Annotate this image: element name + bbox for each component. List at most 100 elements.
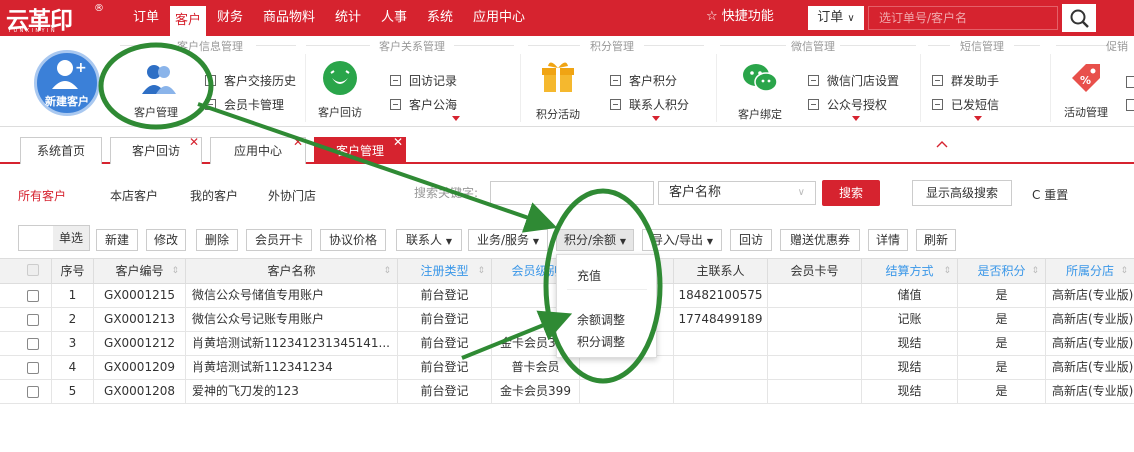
row-select-cell[interactable] bbox=[0, 380, 52, 403]
delete-button[interactable]: 删除 bbox=[196, 229, 238, 251]
caret-down-icon[interactable] bbox=[452, 116, 460, 121]
open-member-card-button[interactable]: 会员开卡 bbox=[246, 229, 312, 251]
nav-customers[interactable]: 客户 bbox=[170, 6, 206, 36]
row-select-cell[interactable] bbox=[0, 284, 52, 307]
cell-no: 3 bbox=[52, 332, 94, 355]
details-button[interactable]: 详情 bbox=[868, 229, 908, 251]
points-balance-button[interactable]: 积分/余额 ▼ bbox=[556, 229, 634, 251]
quick-functions[interactable]: ☆ 快捷功能 bbox=[706, 0, 774, 36]
visit-button[interactable]: 回访 bbox=[730, 229, 772, 251]
new-button[interactable]: 新建 bbox=[96, 229, 138, 251]
customer-manage-button[interactable]: 客户管理 bbox=[126, 54, 186, 122]
group-separator bbox=[716, 54, 717, 122]
select-mode-toggle[interactable]: 单选 bbox=[18, 225, 90, 251]
header-store[interactable]: 所属分店 ⇕ bbox=[1046, 259, 1134, 283]
nav-orders[interactable]: 订单 bbox=[124, 0, 168, 36]
sort-icon[interactable]: ⇕ bbox=[477, 259, 485, 283]
caret-down-icon[interactable] bbox=[652, 116, 660, 121]
header-store-label: 所属分店 bbox=[1065, 264, 1114, 278]
nav-hr[interactable]: 人事 bbox=[372, 0, 416, 36]
nav-system[interactable]: 系统 bbox=[418, 0, 462, 36]
search-type-select[interactable]: 订单 ∨ bbox=[808, 6, 864, 30]
search-button[interactable]: 搜索 bbox=[822, 180, 880, 206]
row-checkbox[interactable] bbox=[27, 362, 39, 374]
member-card-manage-item[interactable]: 会员卡管理 bbox=[205, 97, 284, 113]
points-activity-button[interactable]: 积分活动 bbox=[528, 54, 588, 122]
customer-visit-button[interactable]: 客户回访 bbox=[310, 54, 370, 122]
close-icon[interactable]: ✕ bbox=[393, 129, 403, 155]
global-search-button[interactable] bbox=[1062, 4, 1096, 32]
header-customer-name[interactable]: 客户名称 ⇕ bbox=[186, 259, 398, 283]
import-export-button[interactable]: 导入/导出 ▼ bbox=[642, 229, 722, 251]
select-all-checkbox[interactable] bbox=[27, 264, 39, 276]
wechat-store-settings-item[interactable]: 微信门店设置 bbox=[808, 73, 899, 89]
chevron-down-icon: ∨ bbox=[797, 187, 805, 198]
filter-all-customers[interactable]: 所有客户 bbox=[18, 187, 66, 204]
contact-points-item[interactable]: 联系人积分 bbox=[610, 97, 689, 113]
edit-button[interactable]: 修改 bbox=[146, 229, 186, 251]
table-row[interactable]: 4 GX0001209 肖黄培测试新112341234 前台登记 普卡会员 现结是高新店(… bbox=[0, 356, 1134, 380]
close-icon[interactable]: ✕ bbox=[293, 129, 303, 155]
row-checkbox[interactable] bbox=[27, 290, 39, 302]
table-row[interactable]: 5 GX0001208 爱神的飞刀发的123 前台登记 金卡会员399 现结是高新店(专业… bbox=[0, 380, 1134, 404]
cell-card bbox=[768, 284, 862, 307]
list-icon bbox=[205, 75, 216, 86]
interaction-history-item[interactable]: 客户交接历史 bbox=[205, 73, 296, 89]
keyword-input[interactable] bbox=[490, 181, 654, 205]
close-icon[interactable]: ✕ bbox=[189, 129, 199, 155]
global-search-input[interactable]: 选订单号/客户名 bbox=[868, 6, 1058, 30]
tab-home[interactable]: 系统首页 bbox=[20, 137, 102, 164]
caret-down-icon[interactable] bbox=[974, 116, 982, 121]
visit-record-item[interactable]: 回访记录 bbox=[390, 73, 457, 89]
sort-icon[interactable]: ⇕ bbox=[1031, 259, 1039, 283]
caret-down-icon[interactable] bbox=[852, 116, 860, 121]
customer-pool-item[interactable]: 客户公海 bbox=[390, 97, 457, 113]
sort-icon[interactable]: ⇕ bbox=[171, 259, 179, 283]
nav-statistics[interactable]: 统计 bbox=[326, 0, 370, 36]
business-service-button[interactable]: 业务/服务 ▼ bbox=[468, 229, 548, 251]
menu-item-balance-adjust[interactable]: 余额调整 bbox=[577, 311, 625, 328]
reset-button[interactable]: C 重置 bbox=[1032, 186, 1068, 203]
header-customer-code[interactable]: 客户编号 ⇕ bbox=[94, 259, 186, 283]
tab-customer-manage[interactable]: 客户管理 ✕ bbox=[314, 135, 406, 164]
quick-functions-label: 快捷功能 bbox=[721, 9, 774, 24]
contacts-button[interactable]: 联系人 ▼ bbox=[396, 229, 462, 251]
sort-icon[interactable]: ⇕ bbox=[383, 259, 391, 283]
row-select-cell[interactable] bbox=[0, 356, 52, 379]
header-settlement[interactable]: 结算方式 ⇕ bbox=[862, 259, 958, 283]
customer-points-item[interactable]: 客户积分 bbox=[610, 73, 677, 89]
customer-bind-button[interactable]: 客户绑定 bbox=[730, 54, 790, 122]
top-navbar: 云革印 ® YUNXINYIN 订单 客户 财务 商品物料 统计 人事 系统 应… bbox=[0, 0, 1134, 36]
menu-item-recharge[interactable]: 充值 bbox=[577, 267, 601, 284]
header-registration-type[interactable]: 注册类型 ⇕ bbox=[398, 259, 492, 283]
row-checkbox[interactable] bbox=[27, 386, 39, 398]
menu-item-points-adjust[interactable]: 积分调整 bbox=[577, 333, 625, 350]
gift-coupon-button[interactable]: 赠送优惠券 bbox=[780, 229, 860, 251]
row-select-cell[interactable] bbox=[0, 332, 52, 355]
filter-my-customers[interactable]: 我的客户 bbox=[190, 187, 238, 204]
official-account-auth-item[interactable]: 公众号授权 bbox=[808, 97, 887, 113]
sent-sms-item[interactable]: 已发短信 bbox=[932, 97, 999, 113]
new-customer-button[interactable]: + 新建客户 bbox=[34, 50, 100, 116]
agreement-price-button[interactable]: 协议价格 bbox=[320, 229, 386, 251]
nav-products[interactable]: 商品物料 bbox=[254, 0, 324, 36]
header-points-enabled[interactable]: 是否积分 ⇕ bbox=[958, 259, 1046, 283]
keyword-field-select[interactable]: 客户名称 ∨ bbox=[658, 181, 816, 205]
filter-store-customers[interactable]: 本店客户 bbox=[110, 187, 158, 204]
activity-manage-button[interactable]: % 活动管理 bbox=[1056, 54, 1116, 122]
tab-app-center[interactable]: 应用中心 ✕ bbox=[210, 135, 306, 164]
tab-customer-visit[interactable]: 客户回访 ✕ bbox=[110, 135, 202, 164]
filter-partner-stores[interactable]: 外协门店 bbox=[268, 187, 316, 204]
row-checkbox[interactable] bbox=[27, 314, 39, 326]
sort-icon[interactable]: ⇕ bbox=[943, 259, 951, 283]
row-checkbox[interactable] bbox=[27, 338, 39, 350]
app-logo[interactable]: 云革印 ® YUNXINYIN bbox=[6, 3, 106, 34]
refresh-button[interactable]: 刷新 bbox=[916, 229, 956, 251]
sort-icon[interactable]: ⇕ bbox=[1120, 259, 1128, 283]
nav-app-center[interactable]: 应用中心 bbox=[464, 0, 534, 36]
advanced-search-button[interactable]: 显示高级搜索 bbox=[912, 180, 1012, 206]
nav-finance[interactable]: 财务 bbox=[208, 0, 252, 36]
row-select-cell[interactable] bbox=[0, 308, 52, 331]
header-select-all[interactable] bbox=[0, 259, 52, 283]
group-assistant-item[interactable]: 群发助手 bbox=[932, 73, 999, 89]
